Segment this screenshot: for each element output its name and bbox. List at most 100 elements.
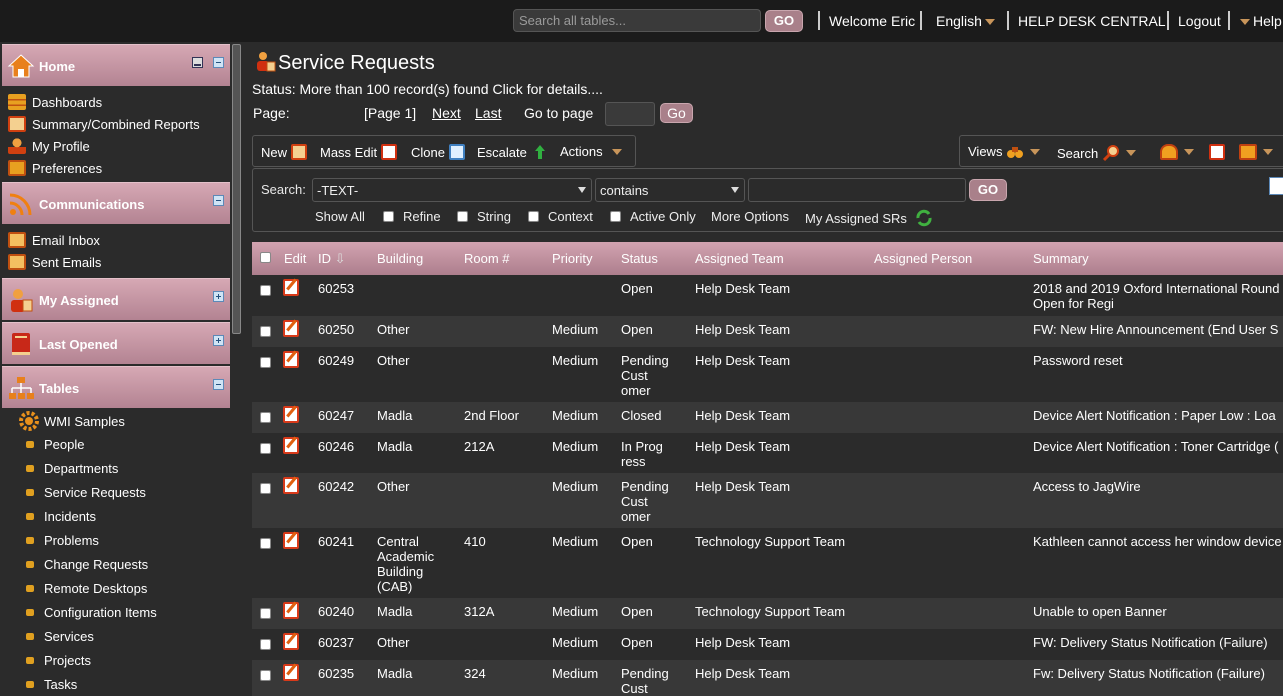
select-all-checkbox[interactable] (260, 252, 271, 263)
sidebar-table-item[interactable]: Problems (26, 533, 99, 548)
table-row[interactable]: 60235 Madla 324 Medium Pending Cust Help Desk… (252, 660, 1283, 696)
active-only-option[interactable]: Active Only (610, 209, 696, 224)
sidebar-table-item[interactable]: Change Requests (26, 557, 148, 572)
sidebar-item-sent-emails[interactable]: Sent Emails (8, 252, 101, 272)
active-only-checkbox[interactable] (610, 211, 621, 222)
collapse-icon[interactable] (213, 195, 224, 206)
column-header-building[interactable]: Building (377, 251, 423, 266)
edit-icon[interactable] (283, 477, 299, 494)
show-all-link[interactable]: Show All (315, 209, 365, 224)
panel-my-assigned-header[interactable]: My Assigned (2, 278, 230, 320)
row-checkbox[interactable] (260, 670, 271, 681)
row-checkbox[interactable] (260, 483, 271, 494)
edit-icon[interactable] (283, 633, 299, 650)
export-button[interactable] (1205, 144, 1225, 160)
collapse-icon[interactable] (213, 57, 224, 68)
table-row[interactable]: 60242 Other Medium Pending Cust omer Help De… (252, 473, 1283, 528)
panel-home-header[interactable]: Home (2, 44, 230, 86)
search-operator-select[interactable]: contains (595, 178, 745, 202)
sidebar-table-item[interactable]: Incidents (26, 509, 96, 524)
search-field-select[interactable]: -TEXT- (312, 178, 592, 202)
cell-id[interactable]: 60240 (318, 604, 368, 619)
column-header-room[interactable]: Room # (464, 251, 510, 266)
row-checkbox[interactable] (260, 357, 271, 368)
cell-id[interactable]: 60250 (318, 322, 368, 337)
edit-icon[interactable] (283, 602, 299, 619)
column-header-status[interactable]: Status (621, 251, 658, 266)
print-menu[interactable] (1235, 144, 1273, 160)
cell-id[interactable]: 60247 (318, 408, 368, 423)
row-checkbox[interactable] (260, 608, 271, 619)
sidebar-table-item[interactable]: Services (26, 629, 94, 644)
clone-button[interactable]: Clone (411, 144, 465, 160)
help-desk-central-link[interactable]: HELP DESK CENTRAL (1018, 13, 1166, 29)
cell-id[interactable]: 60235 (318, 666, 368, 681)
sidebar-item-dashboards[interactable]: Dashboards (8, 92, 102, 112)
sidebar-item-email-inbox[interactable]: Email Inbox (8, 230, 100, 250)
mass-edit-button[interactable]: Mass Edit (320, 144, 398, 160)
sidebar-table-item[interactable]: Service Requests (26, 485, 146, 500)
column-header-assigned-team[interactable]: Assigned Team (695, 251, 784, 266)
sidebar-table-item[interactable]: Departments (26, 461, 118, 476)
table-row[interactable]: 60250 Other Medium Open Help Desk Team FW: Ne… (252, 316, 1283, 347)
tools-menu[interactable] (1156, 144, 1194, 160)
refine-option[interactable]: Refine (383, 209, 441, 224)
tables-group-wmi-samples[interactable]: WMI Samples (18, 411, 125, 431)
string-checkbox[interactable] (457, 211, 468, 222)
logout-link[interactable]: Logout (1178, 13, 1221, 29)
sidebar-table-item[interactable]: Projects (26, 653, 91, 668)
new-button[interactable]: New (261, 144, 308, 160)
cell-id[interactable]: 60237 (318, 635, 368, 650)
column-header-id[interactable]: ID ⇩ (318, 251, 346, 267)
scroll-top-icon[interactable] (1269, 177, 1283, 195)
views-menu[interactable]: Views (968, 144, 1041, 159)
goto-page-input[interactable] (605, 102, 655, 126)
row-checkbox[interactable] (260, 639, 271, 650)
table-row[interactable]: 60246 Madla 212A Medium In Prog ress Help Des… (252, 433, 1283, 473)
help-menu[interactable]: Help (1240, 13, 1282, 29)
sidebar-scrollbar[interactable] (232, 44, 241, 334)
sidebar-item-my-profile[interactable]: My Profile (8, 136, 90, 156)
expand-icon[interactable] (213, 291, 224, 302)
search-menu[interactable]: Search (1057, 144, 1137, 162)
collapse-icon[interactable] (213, 379, 224, 390)
cell-id[interactable]: 60249 (318, 353, 368, 368)
table-row[interactable]: 60249 Other Medium Pending Cust omer Help De… (252, 347, 1283, 402)
row-checkbox[interactable] (260, 412, 271, 423)
sidebar-table-item[interactable]: Remote Desktops (26, 581, 147, 596)
edit-icon[interactable] (283, 279, 299, 296)
edit-icon[interactable] (283, 406, 299, 423)
language-menu[interactable]: English (936, 13, 995, 29)
edit-icon[interactable] (283, 351, 299, 368)
minimize-window-icon[interactable] (192, 57, 203, 68)
row-checkbox[interactable] (260, 285, 271, 296)
cell-id[interactable]: 60242 (318, 479, 368, 494)
my-assigned-srs-link[interactable]: My Assigned SRs (805, 209, 933, 227)
edit-icon[interactable] (283, 320, 299, 337)
context-option[interactable]: Context (528, 209, 593, 224)
panel-tables-header[interactable]: Tables (2, 366, 230, 408)
last-page-link[interactable]: Last (475, 105, 501, 121)
table-row[interactable]: 60241 Central Academic Building (CAB) 410 M… (252, 528, 1283, 598)
row-checkbox[interactable] (260, 443, 271, 454)
table-row[interactable]: 60240 Madla 312A Medium Open Technology Suppo… (252, 598, 1283, 629)
row-checkbox[interactable] (260, 538, 271, 549)
search-go-button[interactable]: GO (969, 179, 1007, 201)
sidebar-item-summary-reports[interactable]: Summary/Combined Reports (8, 114, 200, 134)
column-header-summary[interactable]: Summary (1033, 251, 1089, 266)
column-header-assigned-person[interactable]: Assigned Person (874, 251, 972, 266)
status-details-link[interactable]: Click for details.... (492, 81, 602, 97)
table-row[interactable]: 60237 Other Medium Open Help Desk Team FW: De… (252, 629, 1283, 660)
expand-icon[interactable] (213, 335, 224, 346)
next-page-link[interactable]: Next (432, 105, 461, 121)
sidebar-table-item[interactable]: Tasks (26, 677, 77, 692)
sidebar-table-item[interactable]: People (26, 437, 84, 452)
search-value-input[interactable] (748, 178, 966, 202)
cell-id[interactable]: 60246 (318, 439, 368, 454)
refine-checkbox[interactable] (383, 211, 394, 222)
row-checkbox[interactable] (260, 326, 271, 337)
sidebar-item-preferences[interactable]: Preferences (8, 158, 102, 178)
panel-last-opened-header[interactable]: Last Opened (2, 322, 230, 364)
column-header-priority[interactable]: Priority (552, 251, 592, 266)
table-row[interactable]: 60253 Open Help Desk Team 2018 and 2019 Oxf… (252, 275, 1283, 316)
